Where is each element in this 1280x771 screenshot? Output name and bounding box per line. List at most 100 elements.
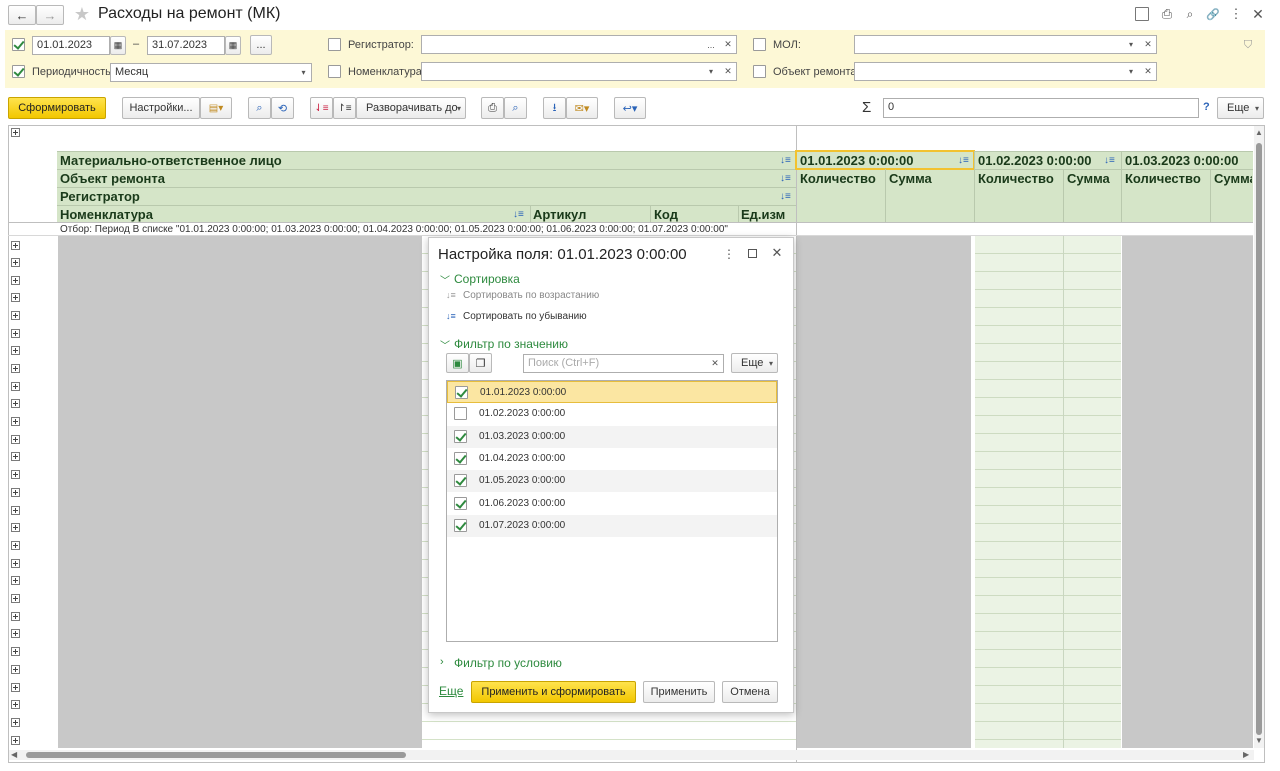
period-header-1[interactable]: 01.01.2023 0:00:00: [800, 153, 913, 168]
value-list-item[interactable]: 01.03.2023 0:00:00: [447, 425, 777, 448]
vertical-scroll-thumb[interactable]: [1256, 143, 1262, 735]
sort-icon[interactable]: ↓≡: [513, 209, 524, 220]
expand-all-icon[interactable]: [11, 128, 20, 137]
date-from-field[interactable]: 01.01.2023: [32, 36, 110, 55]
chevron-down-icon[interactable]: ﹀: [440, 272, 450, 287]
filter-value-section-toggle[interactable]: Фильтр по значению: [454, 337, 568, 351]
expand-row-icon[interactable]: [11, 241, 20, 250]
nomenclature-field[interactable]: [421, 62, 737, 81]
value-checkbox[interactable]: [454, 474, 467, 488]
expand-row-icon[interactable]: [11, 576, 20, 585]
download-button[interactable]: ⭳: [543, 97, 566, 119]
expand-row-icon[interactable]: [11, 700, 20, 709]
expand-row-icon[interactable]: [11, 346, 20, 355]
mail-button[interactable]: ✉▾: [566, 97, 598, 119]
expand-row-icon[interactable]: [11, 594, 20, 603]
expand-row-icon[interactable]: [11, 665, 20, 674]
expand-row-icon[interactable]: [11, 470, 20, 479]
date-to-calendar-button[interactable]: ▦: [225, 36, 241, 55]
clear-icon[interactable]: ✕: [720, 36, 736, 53]
registrar-checkbox[interactable]: [328, 38, 341, 51]
more-vert-icon[interactable]: ⋮: [1228, 6, 1244, 22]
close-icon[interactable]: ✕: [1250, 6, 1266, 22]
chevron-down-icon[interactable]: ﹀: [440, 337, 450, 352]
forward-button[interactable]: →: [36, 5, 64, 25]
sort-desc-icon[interactable]: ↓≡: [780, 155, 791, 166]
expand-row-icon[interactable]: [11, 276, 20, 285]
variants-button[interactable]: ▤▾: [200, 97, 232, 119]
sort-icon[interactable]: ↓≡: [1104, 155, 1115, 166]
scroll-up-icon[interactable]: ▲: [1255, 128, 1263, 137]
expand-row-icon[interactable]: [11, 452, 20, 461]
expand-row-icon[interactable]: [11, 506, 20, 515]
expand-row-icon[interactable]: [11, 364, 20, 373]
value-checkbox[interactable]: [454, 429, 467, 443]
help-link[interactable]: ?: [1203, 101, 1210, 113]
expand-row-icon[interactable]: [11, 523, 20, 532]
dialog-search-input[interactable]: Поиск (Ctrl+F): [523, 354, 724, 373]
close-icon[interactable]: ✕: [770, 245, 784, 261]
star-icon[interactable]: ★: [72, 4, 92, 24]
sort-desc-option[interactable]: Сортировать по убыванию: [463, 311, 587, 322]
back-button[interactable]: ←: [8, 5, 36, 25]
expand-row-icon[interactable]: [11, 382, 20, 391]
col-header-nomenclature[interactable]: Номенклатура: [60, 207, 153, 222]
value-list-item[interactable]: 01.07.2023 0:00:00: [447, 514, 777, 537]
clear-icon[interactable]: ✕: [720, 63, 736, 80]
period-header-3[interactable]: 01.03.2023 0:00:00: [1125, 153, 1238, 168]
value-list-item[interactable]: 01.02.2023 0:00:00: [447, 403, 777, 426]
expand-row-icon[interactable]: [11, 683, 20, 692]
nomenclature-checkbox[interactable]: [328, 65, 341, 78]
value-checkbox[interactable]: [454, 407, 467, 421]
expand-row-icon[interactable]: [11, 736, 20, 745]
value-list-item[interactable]: 01.06.2023 0:00:00: [447, 492, 777, 515]
preview-button[interactable]: ⌕: [504, 97, 527, 119]
expand-to-button[interactable]: Разворачивать до: [356, 97, 466, 119]
chevron-down-icon[interactable]: ▾: [1123, 63, 1139, 80]
chevron-down-icon[interactable]: ▾: [703, 63, 719, 80]
chevron-right-icon[interactable]: ›: [440, 656, 444, 668]
maximize-icon[interactable]: [748, 249, 757, 258]
value-list-item[interactable]: 01.05.2023 0:00:00: [447, 470, 777, 493]
save-icon[interactable]: [1135, 7, 1149, 21]
expand-row-icon[interactable]: [11, 329, 20, 338]
value-list-item[interactable]: 01.04.2023 0:00:00: [447, 447, 777, 470]
sort-desc-button[interactable]: ↾≡: [333, 97, 356, 119]
funnel-icon[interactable]: ⛉: [1241, 38, 1255, 52]
expand-row-icon[interactable]: [11, 293, 20, 302]
chevron-down-icon[interactable]: ▾: [1123, 36, 1139, 53]
search-cancel-button[interactable]: ⟲: [271, 97, 294, 119]
print-icon[interactable]: ⎙: [1159, 6, 1175, 22]
apply-button[interactable]: Применить: [643, 681, 715, 703]
chevron-down-icon[interactable]: ▾: [296, 64, 311, 81]
sort-section-toggle[interactable]: Сортировка: [454, 272, 520, 286]
expand-row-icon[interactable]: [11, 718, 20, 727]
repair-object-field[interactable]: [854, 62, 1157, 81]
mol-checkbox[interactable]: [753, 38, 766, 51]
scroll-right-icon[interactable]: ▶: [1243, 750, 1249, 759]
value-checkbox[interactable]: [454, 518, 467, 532]
sort-desc-icon[interactable]: ↓≡: [958, 155, 969, 166]
check-all-button[interactable]: ▣: [446, 353, 469, 373]
search-button[interactable]: ⌕: [248, 97, 271, 119]
periodicity-checkbox[interactable]: [12, 65, 25, 78]
dialog-more-link[interactable]: Еще: [439, 684, 463, 698]
expand-row-icon[interactable]: [11, 612, 20, 621]
filter-condition-section-toggle[interactable]: Фильтр по условию: [454, 656, 562, 670]
mol-field[interactable]: [854, 35, 1157, 54]
sort-icon[interactable]: ↓≡: [780, 173, 791, 184]
clear-icon[interactable]: ✕: [707, 355, 723, 372]
period-select-button[interactable]: ...: [250, 35, 272, 55]
ellipsis-icon[interactable]: ...: [703, 36, 719, 53]
settings-button[interactable]: Настройки...: [122, 97, 200, 119]
more-vert-icon[interactable]: ⋮: [722, 246, 736, 262]
value-checkbox[interactable]: [454, 451, 467, 465]
horizontal-scroll-thumb[interactable]: [26, 752, 406, 758]
cancel-button[interactable]: Отмена: [722, 681, 778, 703]
clear-icon[interactable]: ✕: [1140, 36, 1156, 53]
apply-generate-button[interactable]: Применить и сформировать: [471, 681, 636, 703]
repair-object-checkbox[interactable]: [753, 65, 766, 78]
value-checkbox[interactable]: [455, 386, 468, 399]
expand-row-icon[interactable]: [11, 559, 20, 568]
row-header-registrar[interactable]: Регистратор: [60, 189, 140, 204]
